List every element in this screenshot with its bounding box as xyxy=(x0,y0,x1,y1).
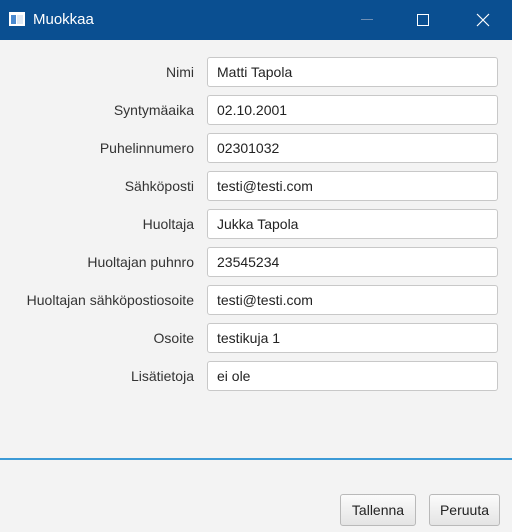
row-lisatietoja: Lisätietoja ei ole xyxy=(0,361,512,393)
cancel-button[interactable]: Peruuta xyxy=(429,494,500,526)
field-label: Syntymäaika xyxy=(113,102,194,118)
field-label: Sähköposti xyxy=(124,178,194,194)
row-syntymaaika: Syntymäaika 02.10.2001 xyxy=(0,95,512,127)
osoite-input[interactable]: testikuja 1 xyxy=(207,323,498,353)
row-sahkoposti: Sähköposti testi@testi.com xyxy=(0,171,512,203)
row-huoltaja: Huoltaja Jukka Tapola xyxy=(0,209,512,241)
row-huoltajan-sahkopostiosoite: Huoltajan sähköpostiosoite testi@testi.c… xyxy=(0,285,512,317)
puhelinnumero-input[interactable]: 02301032 xyxy=(207,133,498,163)
minimize-button[interactable] xyxy=(344,0,390,40)
row-huoltajan-puhnro: Huoltajan puhnro 23545234 xyxy=(0,247,512,279)
syntymaaika-input[interactable]: 02.10.2001 xyxy=(207,95,498,125)
field-label: Lisätietoja xyxy=(130,368,194,384)
field-label: Puhelinnumero xyxy=(99,140,194,156)
field-label: Huoltajan sähköpostiosoite xyxy=(26,292,194,308)
save-button[interactable]: Tallenna xyxy=(340,494,416,526)
row-puhelinnumero: Puhelinnumero 02301032 xyxy=(0,133,512,165)
minimize-icon xyxy=(361,19,373,20)
huoltajan-puhnro-input[interactable]: 23545234 xyxy=(207,247,498,277)
field-label: Huoltaja xyxy=(142,216,194,232)
window-icon xyxy=(9,12,25,26)
field-label: Nimi xyxy=(166,64,194,80)
maximize-icon xyxy=(417,14,429,26)
row-nimi: Nimi Matti Tapola xyxy=(0,57,512,89)
window-title: Muokkaa xyxy=(33,11,94,28)
sahkoposti-input[interactable]: testi@testi.com xyxy=(207,171,498,201)
nimi-input[interactable]: Matti Tapola xyxy=(207,57,498,87)
row-osoite: Osoite testikuja 1 xyxy=(0,323,512,355)
lisatietoja-input[interactable]: ei ole xyxy=(207,361,498,391)
edit-window: Muokkaa Nimi Matti Tapola Syntymäaika 02… xyxy=(0,0,512,532)
maximize-button[interactable] xyxy=(400,0,446,40)
close-icon xyxy=(476,13,490,27)
title-bar[interactable]: Muokkaa xyxy=(0,0,512,40)
form-area: Nimi Matti Tapola Syntymäaika 02.10.2001… xyxy=(0,40,512,458)
close-button[interactable] xyxy=(460,0,506,40)
field-label: Huoltajan puhnro xyxy=(87,254,194,270)
field-label: Osoite xyxy=(153,330,194,346)
huoltaja-input[interactable]: Jukka Tapola xyxy=(207,209,498,239)
huoltajan-sahkopostiosoite-input[interactable]: testi@testi.com xyxy=(207,285,498,315)
